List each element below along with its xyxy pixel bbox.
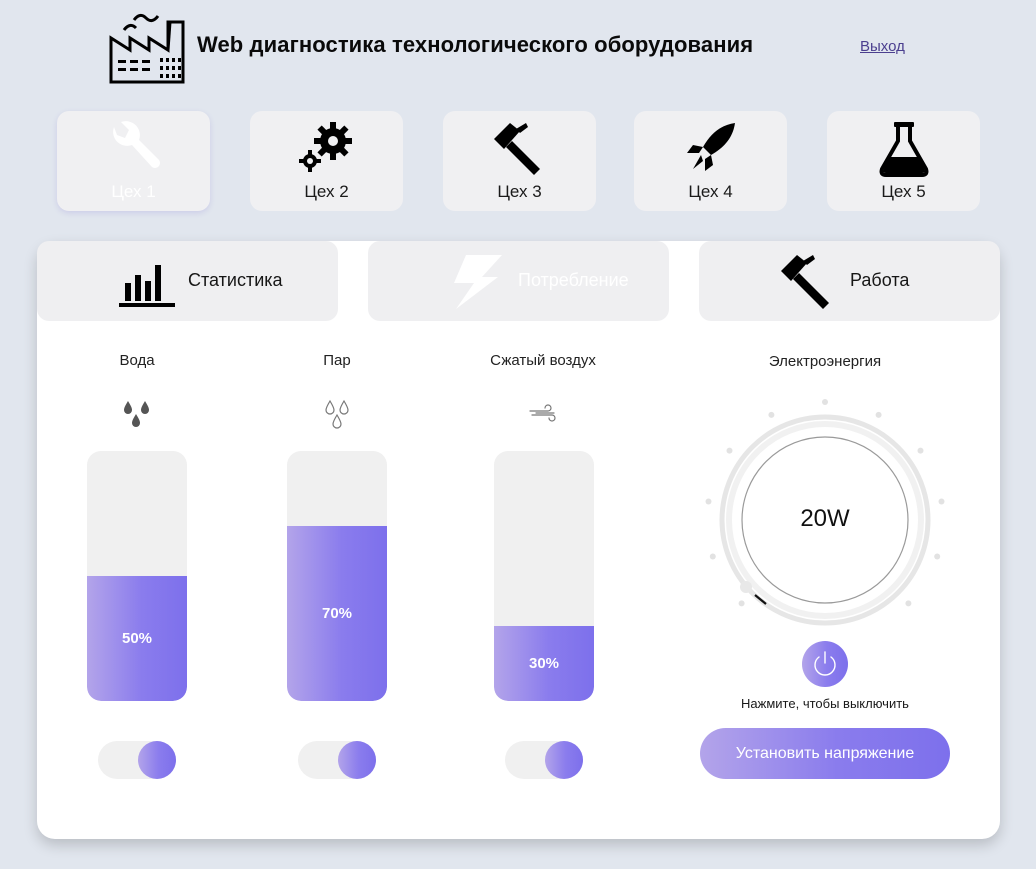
dial-tick	[934, 553, 941, 560]
dial-tick	[709, 553, 716, 560]
dial-tick	[738, 600, 745, 607]
steam-level-bar: 70%	[287, 451, 387, 701]
hammer-icon	[779, 253, 839, 309]
dial-tick	[726, 447, 733, 454]
water-title: Вода	[119, 352, 155, 369]
hammer-icon	[490, 119, 550, 177]
wind-icon	[528, 403, 558, 428]
air-percent: 30%	[528, 655, 560, 672]
dial-tick	[768, 411, 775, 418]
steam-percent: 70%	[321, 605, 353, 622]
power-icon	[814, 651, 836, 676]
workshop-label: Цех 4	[688, 182, 733, 201]
dial-tick	[917, 447, 924, 454]
bar-chart-icon	[117, 253, 177, 309]
dial-tick	[905, 600, 912, 607]
water-drops-icon	[121, 399, 153, 436]
toggle-knob	[338, 741, 376, 779]
workshop-label: Цех 1	[111, 182, 156, 201]
toggle-knob	[545, 741, 583, 779]
dial-tick	[938, 498, 945, 505]
steam-drops-icon	[321, 399, 353, 436]
wrench-icon	[104, 119, 164, 177]
power-hint: Нажмите, чтобы выключить	[741, 696, 909, 711]
flask-icon	[874, 119, 934, 177]
dial-value: 20W	[800, 505, 850, 532]
tab-label: Потребление	[518, 270, 629, 290]
factory-icon	[108, 8, 186, 84]
air-toggle[interactable]	[505, 741, 583, 779]
page-title: Web диагностика технологического оборудо…	[197, 32, 754, 57]
workshop-label: Цех 5	[881, 182, 926, 201]
air-title: Сжатый воздух	[490, 352, 596, 369]
workshop-label: Цех 3	[497, 182, 542, 201]
steam-toggle[interactable]	[298, 741, 376, 779]
set-voltage-button[interactable]: Установить напряжение	[700, 728, 950, 779]
logout-link[interactable]: Выход	[860, 38, 905, 55]
workshop-tab-5[interactable]: Цех 5	[827, 111, 980, 211]
tab-work[interactable]: Работа	[699, 241, 1000, 321]
toggle-knob	[138, 741, 176, 779]
tab-label: Работа	[850, 270, 910, 290]
water-level-bar: 50%	[87, 451, 187, 701]
air-level-bar: 30%	[494, 451, 594, 701]
workshop-label: Цех 2	[304, 182, 349, 201]
lightning-icon	[446, 253, 506, 309]
workshop-tab-2[interactable]: Цех 2	[250, 111, 403, 211]
workshop-tab-1[interactable]: Цех 1	[57, 111, 210, 211]
gears-icon	[297, 119, 357, 177]
electricity-title: Электроэнергия	[768, 353, 882, 370]
water-percent: 50%	[121, 630, 153, 647]
workshop-tab-4[interactable]: Цех 4	[634, 111, 787, 211]
rocket-icon	[681, 119, 741, 177]
dial-tick	[705, 498, 712, 505]
dial-tick	[875, 411, 882, 418]
steam-title: Пар	[323, 352, 351, 369]
tab-consumption[interactable]: Потребление	[368, 241, 669, 321]
tab-statistics[interactable]: Статистика	[37, 241, 338, 321]
water-toggle[interactable]	[98, 741, 176, 779]
workshop-tab-3[interactable]: Цех 3	[443, 111, 596, 211]
dial-tick	[822, 399, 828, 405]
tab-label: Статистика	[188, 270, 283, 290]
power-button[interactable]	[802, 641, 848, 687]
